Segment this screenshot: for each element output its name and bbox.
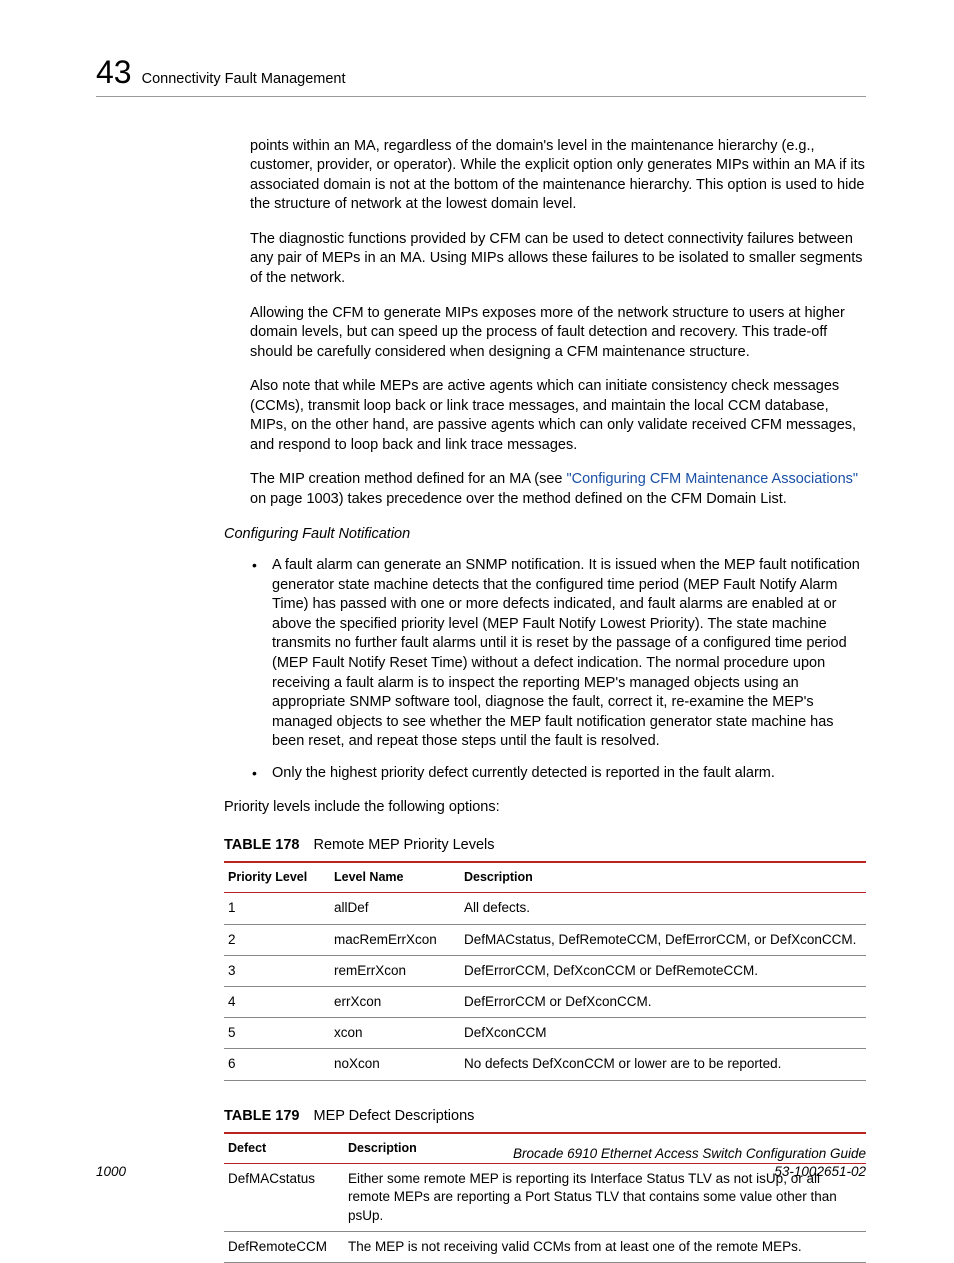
table-cell: 3 (224, 955, 330, 986)
table-cell: errXcon (330, 986, 460, 1017)
body-paragraph: Allowing the CFM to generate MIPs expose… (250, 304, 866, 363)
table-cell: noXcon (330, 1049, 460, 1080)
table-header-cell: Level Name (330, 862, 460, 892)
table-title: Remote MEP Priority Levels (313, 837, 494, 853)
chapter-number: 43 (96, 56, 132, 88)
table-row: 4 errXcon DefErrorCCM or DefXconCCM. (224, 986, 866, 1017)
table-header-cell: Description (460, 862, 866, 892)
table-cell: DefErrorCCM or DefXconCCM. (460, 986, 866, 1017)
table-cell: 4 (224, 986, 330, 1017)
table-cell: 2 (224, 924, 330, 955)
page-header: 43 Connectivity Fault Management (96, 56, 866, 97)
body-paragraph: The MIP creation method defined for an M… (250, 470, 866, 509)
table-header-cell: Priority Level (224, 862, 330, 892)
table-cell: No defects DefXconCCM or lower are to be… (460, 1049, 866, 1080)
table-cell: remErrXcon (330, 955, 460, 986)
table-caption: TABLE 178 Remote MEP Priority Levels (224, 836, 866, 856)
table-cell: DefMACstatus, DefRemoteCCM, DefErrorCCM,… (460, 924, 866, 955)
text-run: The MIP creation method defined for an M… (250, 471, 567, 487)
table-row: DefRemoteCCM The MEP is not receiving va… (224, 1231, 866, 1262)
table-cell: 6 (224, 1049, 330, 1080)
table-label: TABLE 179 (224, 1108, 299, 1124)
table-row: 6 noXcon No defects DefXconCCM or lower … (224, 1049, 866, 1080)
body-paragraph: Priority levels include the following op… (224, 798, 866, 818)
sub-heading: Configuring Fault Notification (224, 525, 866, 545)
table-row: 5 xcon DefXconCCM (224, 1018, 866, 1049)
table-caption: TABLE 179 MEP Defect Descriptions (224, 1107, 866, 1127)
footer-doc-title: Brocade 6910 Ethernet Access Switch Conf… (513, 1145, 866, 1163)
table-cell: The MEP is not receiving valid CCMs from… (344, 1231, 866, 1262)
list-item: A fault alarm can generate an SNMP notif… (250, 556, 866, 752)
body-paragraph: Also note that while MEPs are active age… (250, 377, 866, 455)
page-footer: 1000 Brocade 6910 Ethernet Access Switch… (96, 1145, 866, 1181)
body-paragraph: The diagnostic functions provided by CFM… (250, 230, 866, 289)
cross-reference-link[interactable]: "Configuring CFM Maintenance Association… (567, 471, 859, 487)
chapter-title: Connectivity Fault Management (142, 70, 346, 90)
text-run: on page 1003) takes precedence over the … (250, 491, 787, 507)
table-cell: DefRemoteCCM (224, 1231, 344, 1262)
table-cell: xcon (330, 1018, 460, 1049)
table-label: TABLE 178 (224, 837, 299, 853)
footer-doc-id: 53-1002651-02 (513, 1163, 866, 1181)
body-paragraph: points within an MA, regardless of the d… (250, 137, 866, 215)
table-cell: macRemErrXcon (330, 924, 460, 955)
table-cell: allDef (330, 893, 460, 924)
table-cell: 1 (224, 893, 330, 924)
table-row: 3 remErrXcon DefErrorCCM, DefXconCCM or … (224, 955, 866, 986)
table-cell: All defects. (460, 893, 866, 924)
table-cell: 5 (224, 1018, 330, 1049)
bullet-list: A fault alarm can generate an SNMP notif… (250, 556, 866, 783)
table-title: MEP Defect Descriptions (313, 1108, 474, 1124)
table-178: Priority Level Level Name Description 1 … (224, 861, 866, 1080)
table-row: 1 allDef All defects. (224, 893, 866, 924)
table-cell: DefErrorCCM, DefXconCCM or DefRemoteCCM. (460, 955, 866, 986)
table-row: 2 macRemErrXcon DefMACstatus, DefRemoteC… (224, 924, 866, 955)
list-item: Only the highest priority defect current… (250, 764, 866, 784)
page-number: 1000 (96, 1163, 126, 1181)
table-cell: DefXconCCM (460, 1018, 866, 1049)
